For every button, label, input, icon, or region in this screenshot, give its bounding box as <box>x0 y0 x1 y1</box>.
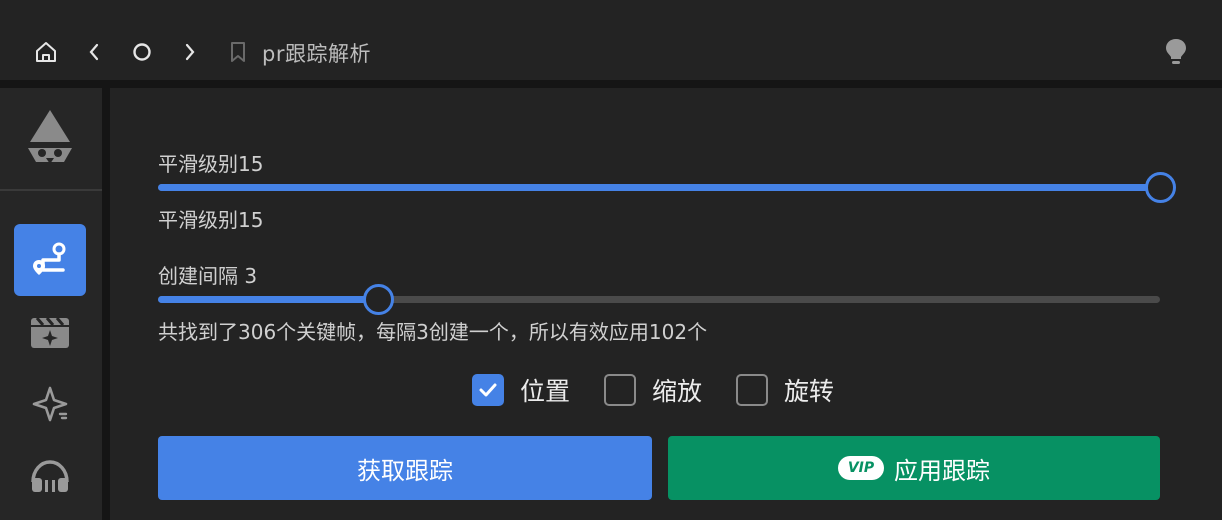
interval-slider[interactable] <box>158 284 1160 315</box>
option-rotation-label: 旋转 <box>784 377 835 406</box>
sidebar <box>0 88 102 520</box>
spade-logo-icon[interactable] <box>14 102 86 174</box>
smoothing-label: 平滑级别15 <box>158 152 264 176</box>
smoothing-slider-thumb[interactable] <box>1145 172 1176 203</box>
header-divider <box>0 80 1222 88</box>
bookmark-icon[interactable] <box>224 36 252 68</box>
smoothing-slider[interactable] <box>158 172 1176 203</box>
home-icon[interactable] <box>32 36 60 68</box>
top-bar: pr跟踪解析 <box>0 0 1222 80</box>
main-panel: 平滑级别15 平滑级别15 创建间隔 3 共找到了306个关键帧，每隔3创建一个… <box>110 88 1222 520</box>
interval-slider-thumb[interactable] <box>363 284 395 315</box>
back-icon[interactable] <box>80 36 108 68</box>
headphones-icon[interactable] <box>14 440 86 512</box>
option-scale[interactable]: 缩放 <box>604 372 702 408</box>
checkbox-scale[interactable] <box>604 374 637 406</box>
smoothing-slider-fill <box>158 184 1160 191</box>
option-position-label: 位置 <box>520 377 571 406</box>
checkbox-rotation[interactable] <box>736 374 769 406</box>
sidebar-separator <box>0 189 102 191</box>
interval-label: 创建间隔 3 <box>158 264 258 288</box>
forward-icon[interactable] <box>176 36 204 68</box>
page-title: pr跟踪解析 <box>262 42 371 66</box>
checkbox-position[interactable] <box>472 374 504 406</box>
vip-badge: VIP <box>838 456 884 480</box>
route-tracking-icon[interactable] <box>14 224 86 296</box>
options-group: 位置 缩放 旋转 <box>472 370 868 410</box>
sidebar-divider <box>102 88 110 520</box>
get-tracking-button[interactable]: 获取跟踪 <box>158 436 652 500</box>
keyframe-summary: 共找到了306个关键帧，每隔3创建一个，所以有效应用102个 <box>158 320 708 344</box>
smoothing-value-text: 平滑级别15 <box>158 208 264 232</box>
option-scale-label: 缩放 <box>652 377 703 406</box>
option-rotation[interactable]: 旋转 <box>736 372 834 408</box>
lightbulb-icon[interactable] <box>1162 36 1190 68</box>
apply-tracking-label: 应用跟踪 <box>894 456 990 485</box>
refresh-icon[interactable] <box>128 36 156 68</box>
star-sparkle-icon[interactable] <box>14 368 86 440</box>
film-sparkle-icon[interactable] <box>14 296 86 368</box>
option-position[interactable]: 位置 <box>472 372 570 408</box>
apply-tracking-button[interactable]: VIP 应用跟踪 <box>668 436 1160 500</box>
interval-slider-fill <box>158 296 379 303</box>
get-tracking-label: 获取跟踪 <box>357 456 453 485</box>
